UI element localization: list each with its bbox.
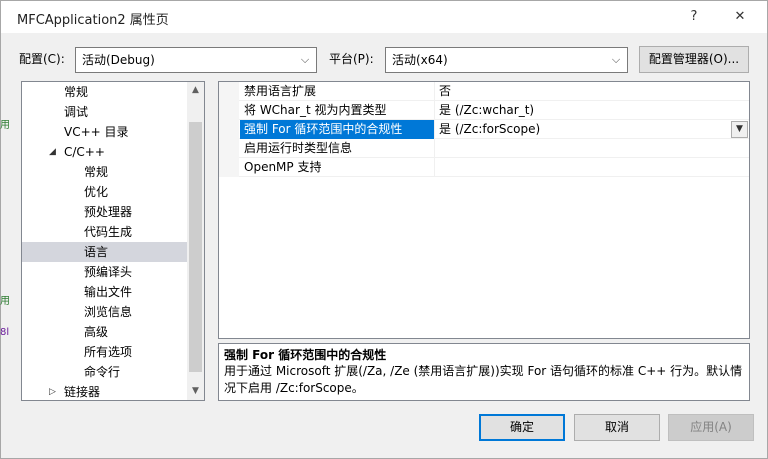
grid-gutter <box>219 120 239 139</box>
title-bar: MFCApplication2 属性页 ? ✕ <box>1 1 767 33</box>
ok-button[interactable]: 确定 <box>479 414 565 441</box>
tree-item-cpp[interactable]: ◢ C/C++ <box>22 142 188 162</box>
property-value[interactable]: 否 <box>435 82 749 101</box>
platform-label: 平台(P): <box>329 52 374 66</box>
tree-item-advanced[interactable]: 高级 <box>22 322 188 342</box>
chevron-down-icon: ⌵ <box>611 53 621 66</box>
scroll-down-icon[interactable]: ▼ <box>187 383 204 400</box>
grid-gutter <box>219 101 239 120</box>
property-name: 强制 For 循环范围中的合规性 <box>240 120 435 139</box>
property-grid: 禁用语言扩展 否 将 WChar_t 视为内置类型 是 (/Zc:wchar_t… <box>218 81 750 339</box>
grid-row-selected[interactable]: 强制 For 循环范围中的合规性 是 (/Zc:forScope) ▼ <box>219 120 749 139</box>
property-pages-dialog: MFCApplication2 属性页 ? ✕ 配置(C): 活动(Debug)… <box>0 0 768 459</box>
grid-row[interactable]: 禁用语言扩展 否 <box>219 82 749 101</box>
background-text: 用 <box>0 296 10 307</box>
tree-item-precompiled-headers[interactable]: 预编译头 <box>22 262 188 282</box>
configuration-manager-button[interactable]: 配置管理器(O)... <box>639 46 749 73</box>
property-name: 将 WChar_t 视为内置类型 <box>240 101 435 120</box>
tree-item-command-line[interactable]: 命令行 <box>22 362 188 382</box>
tree-item-vc-directories[interactable]: VC++ 目录 <box>22 122 188 142</box>
background-text: 用 <box>0 120 10 131</box>
tree-item-output-files[interactable]: 输出文件 <box>22 282 188 302</box>
tree-item-linker[interactable]: ▷ 链接器 <box>22 382 188 400</box>
tree-item-linker-label: 链接器 <box>64 385 101 399</box>
property-name: OpenMP 支持 <box>240 158 435 177</box>
grid-row[interactable]: 启用运行时类型信息 <box>219 139 749 158</box>
grid-gutter <box>219 158 239 177</box>
dropdown-arrow-icon[interactable]: ▼ <box>731 121 748 138</box>
platform-select-value: 活动(x64) <box>392 53 448 67</box>
platform-select[interactable]: 活动(x64) ⌵ <box>385 47 628 73</box>
property-value[interactable]: 是 (/Zc:forScope) <box>435 120 749 139</box>
property-name: 启用运行时类型信息 <box>240 139 435 158</box>
chevron-down-icon: ⌵ <box>300 53 310 66</box>
tree-item-preprocessor[interactable]: 预处理器 <box>22 202 188 222</box>
close-button[interactable]: ✕ <box>727 7 753 27</box>
cancel-button[interactable]: 取消 <box>574 414 660 441</box>
grid-gutter <box>219 139 239 158</box>
dialog-footer: 确定 取消 应用(A) <box>1 406 767 458</box>
grid-gutter <box>219 82 239 101</box>
description-text-line2: 况下启用 /Zc:forScope。 <box>224 381 364 395</box>
help-button[interactable]: ? <box>681 7 707 27</box>
window-title: MFCApplication2 属性页 <box>17 13 169 28</box>
tree-item-debugging[interactable]: 调试 <box>22 102 188 122</box>
description-text-line1: 用于通过 Microsoft 扩展(/Za, /Ze (禁用语言扩展))实现 F… <box>224 364 743 378</box>
grid-row[interactable]: 将 WChar_t 视为内置类型 是 (/Zc:wchar_t) <box>219 101 749 120</box>
tree-item-general[interactable]: 常规 <box>22 82 188 102</box>
apply-button[interactable]: 应用(A) <box>668 414 754 441</box>
scroll-up-icon[interactable]: ▲ <box>187 82 204 99</box>
background-text: 8l <box>0 327 10 338</box>
grid-row[interactable]: OpenMP 支持 <box>219 158 749 177</box>
tree-item-optimization[interactable]: 优化 <box>22 182 188 202</box>
tree-item-cpp-label: C/C++ <box>64 145 105 159</box>
scrollbar-thumb[interactable] <box>189 122 202 372</box>
config-select-value: 活动(Debug) <box>82 53 155 67</box>
property-value[interactable] <box>435 139 749 158</box>
tree-item-cpp-general[interactable]: 常规 <box>22 162 188 182</box>
tree-item-all-options[interactable]: 所有选项 <box>22 342 188 362</box>
description-panel: 强制 For 循环范围中的合规性 用于通过 Microsoft 扩展(/Za, … <box>218 343 750 401</box>
tree-item-language[interactable]: 语言 <box>22 242 188 262</box>
property-value[interactable]: 是 (/Zc:wchar_t) <box>435 101 749 120</box>
collapsed-arrow-icon[interactable]: ▷ <box>49 382 56 400</box>
config-label: 配置(C): <box>19 52 65 66</box>
tree-item-browse-information[interactable]: 浏览信息 <box>22 302 188 322</box>
config-select[interactable]: 活动(Debug) ⌵ <box>75 47 317 73</box>
expanded-arrow-icon[interactable]: ◢ <box>49 142 56 162</box>
tree-item-code-generation[interactable]: 代码生成 <box>22 222 188 242</box>
tree-scrollbar[interactable]: ▲ ▼ <box>187 82 204 400</box>
description-title: 强制 For 循环范围中的合规性 <box>224 348 387 362</box>
property-value[interactable] <box>435 158 749 177</box>
property-name: 禁用语言扩展 <box>240 82 435 101</box>
property-tree: 常规 调试 VC++ 目录 ◢ C/C++ 常规 优化 预处理器 代码生成 语言… <box>21 81 205 401</box>
